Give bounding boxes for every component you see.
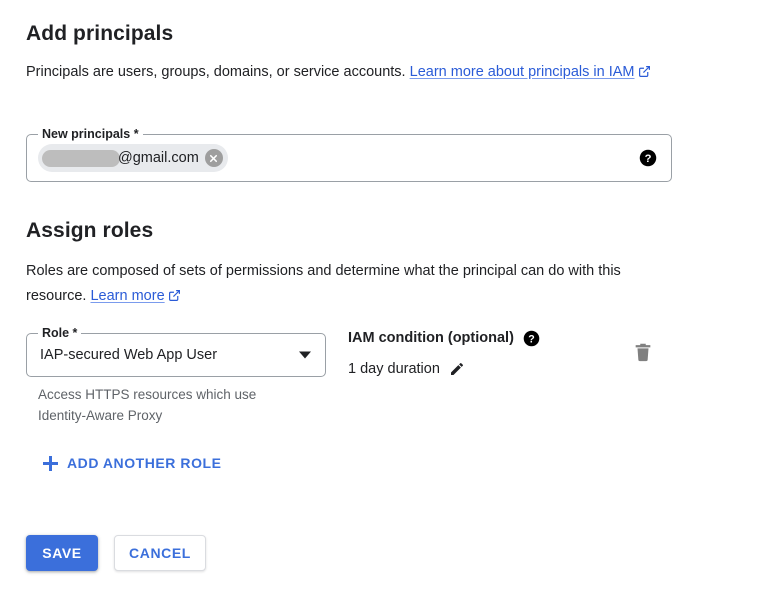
- plus-icon: [43, 455, 58, 471]
- role-select-value: IAP-secured Web App User: [40, 347, 218, 363]
- learn-more-principals-label: Learn more about principals in IAM: [409, 64, 635, 80]
- open-in-new-icon: [168, 286, 181, 311]
- learn-more-roles-label: Learn more: [90, 288, 165, 304]
- principal-chip-label: @gmail.com: [118, 150, 199, 166]
- add-principals-panel: Add principals Principals are users, gro…: [0, 0, 773, 594]
- assign-roles-description: Roles are composed of sets of permission…: [26, 259, 666, 311]
- add-another-role-button[interactable]: ADD ANOTHER ROLE: [43, 455, 222, 471]
- trash-icon: [635, 343, 651, 362]
- svg-text:?: ?: [528, 333, 534, 345]
- save-button[interactable]: SAVE: [26, 535, 98, 571]
- new-principals-field[interactable]: New principals * @gmail.com ?: [26, 127, 672, 182]
- iam-condition-label: IAM condition (optional): [348, 330, 514, 346]
- learn-more-roles-link[interactable]: Learn more: [90, 288, 180, 304]
- help-icon[interactable]: ?: [639, 149, 657, 167]
- redacted-username: [42, 149, 120, 167]
- learn-more-principals-link[interactable]: Learn more about principals in IAM: [410, 64, 651, 80]
- add-another-role-label: ADD ANOTHER ROLE: [67, 455, 222, 471]
- help-icon[interactable]: ?: [523, 330, 540, 347]
- page-title: Add principals: [26, 22, 174, 45]
- principals-description: Principals are users, groups, domains, o…: [26, 60, 672, 87]
- new-principals-label: New principals *: [38, 127, 143, 141]
- pencil-icon[interactable]: [449, 361, 465, 377]
- role-description-hint: Access HTTPS resources which use Identit…: [38, 387, 257, 423]
- chevron-down-icon[interactable]: [299, 351, 311, 359]
- role-select[interactable]: Role * IAP-secured Web App User: [26, 326, 326, 377]
- open-in-new-icon: [638, 62, 651, 87]
- svg-text:?: ?: [645, 153, 652, 165]
- assign-roles-title: Assign roles: [26, 219, 154, 242]
- principals-description-text: Principals are users, groups, domains, o…: [26, 64, 406, 80]
- iam-condition-header: IAM condition (optional) ?: [348, 328, 588, 348]
- iam-condition-block: IAM condition (optional) ? 1 day duratio…: [348, 328, 588, 379]
- remove-chip-icon[interactable]: [204, 149, 223, 167]
- iam-condition-value: 1 day duration: [348, 361, 440, 377]
- delete-role-button[interactable]: [632, 340, 654, 364]
- iam-condition-value-row: 1 day duration: [348, 359, 588, 379]
- cancel-button[interactable]: CANCEL: [114, 535, 206, 571]
- principal-chip[interactable]: @gmail.com: [38, 144, 228, 172]
- role-select-label: Role *: [38, 326, 82, 340]
